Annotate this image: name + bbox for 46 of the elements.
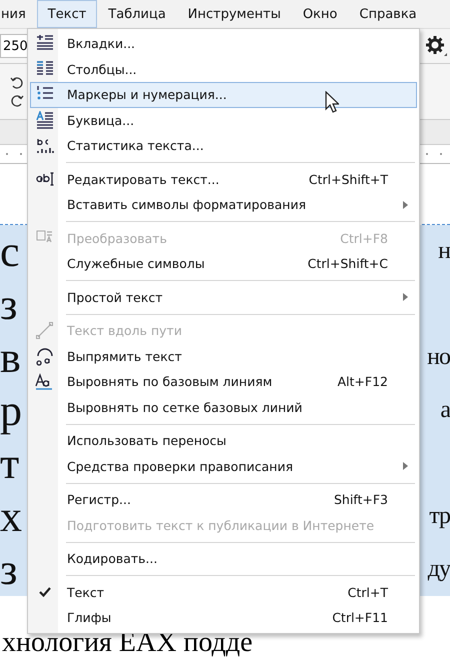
menu-item[interactable]: Регистр... Shift+F3 — [30, 487, 417, 512]
menu-item[interactable]: Простой текст — [30, 284, 417, 310]
menu-bar-item[interactable]: ния — [0, 0, 37, 28]
settings-icon[interactable] — [425, 35, 447, 57]
menu-item[interactable]: Столбцы... — [30, 56, 417, 82]
undo-icon[interactable] — [10, 76, 24, 90]
document-text: тр — [428, 503, 450, 530]
menu-item[interactable]: Выпрямить текст — [30, 344, 417, 369]
document-text: з — [0, 544, 18, 595]
menu-bar-item[interactable]: Текст — [36, 0, 98, 28]
document-text: т — [0, 438, 20, 489]
menu-item[interactable]: Выровнять по сетке базовых линий — [30, 394, 417, 420]
menu-item[interactable]: Выровнять по базовым линиям Alt+F12 — [30, 369, 417, 394]
menu-bar-item[interactable]: Таблица — [97, 0, 177, 28]
document-text: н — [437, 238, 450, 265]
menu-item[interactable]: Служебные символы Ctrl+Shift+C — [30, 251, 417, 276]
document-text: в — [0, 332, 21, 383]
menu-item[interactable]: Редактировать текст... Ctrl+Shift+T — [30, 166, 417, 192]
menu-bar-item[interactable]: Окно — [292, 0, 348, 28]
document-text: з — [0, 279, 18, 330]
redo-icon[interactable] — [10, 94, 24, 108]
menu-item[interactable]: Кодировать... — [30, 546, 417, 572]
document-text: а — [439, 397, 450, 424]
menu-item[interactable]: Буквица... — [30, 108, 417, 133]
baseline-text-icon — [35, 372, 55, 392]
straighten-text-icon — [35, 346, 55, 366]
document-text: х — [0, 491, 22, 542]
document-text: ду — [426, 556, 450, 583]
menu-bar-item[interactable]: Справка — [348, 0, 428, 28]
mouse-pointer-icon — [325, 91, 339, 113]
menu-item[interactable]: Вставить символы форматирования — [30, 192, 417, 218]
menu-item[interactable]: Средства проверки правописания — [30, 454, 417, 479]
menu-item[interactable]: Использовать переносы — [30, 428, 417, 454]
document-text: с — [0, 226, 20, 277]
size-field[interactable]: 250 — [0, 34, 30, 58]
drop-cap-icon — [35, 110, 55, 130]
menu-item[interactable]: Глифы Ctrl+F11 — [30, 605, 417, 630]
menu-item[interactable]: Текст Ctrl+T — [30, 580, 417, 605]
document-text: но — [426, 344, 450, 371]
menu-item[interactable]: Вкладки... — [30, 31, 417, 56]
menu-item[interactable]: Статистика текста... — [30, 133, 417, 158]
text-statistics-icon — [35, 136, 55, 156]
document-text: р — [0, 385, 22, 436]
menu-bar-item[interactable]: Инструменты — [176, 0, 292, 28]
menu-item[interactable]: Маркеры и нумерация... — [30, 82, 417, 108]
path-text-icon — [35, 321, 55, 340]
